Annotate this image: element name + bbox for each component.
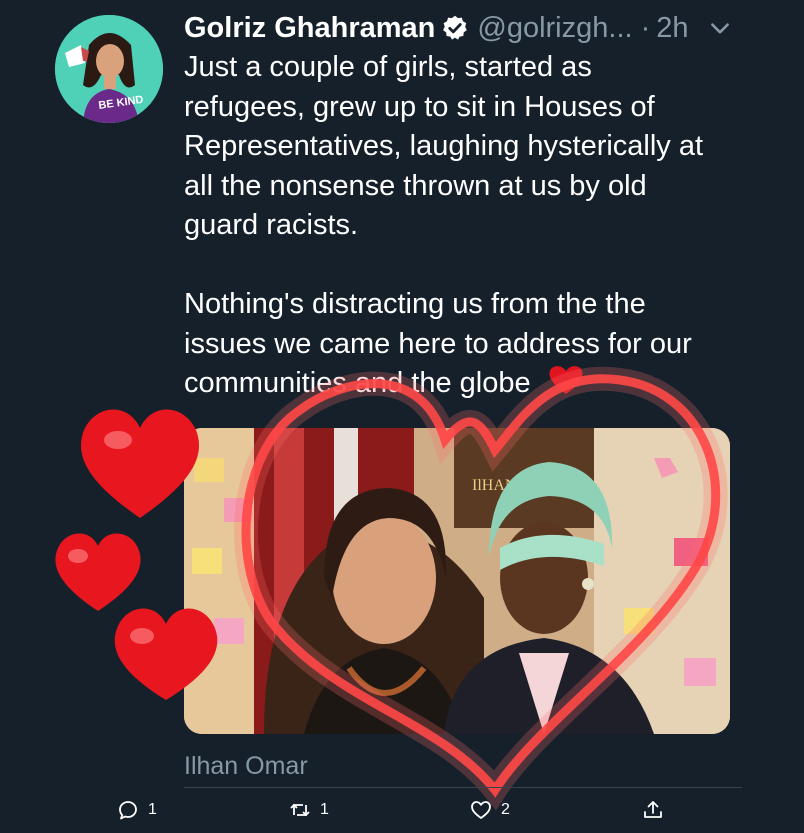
- tweet-text: Just a couple of girls, started as refug…: [184, 51, 704, 399]
- avatar-illustration: BE KIND: [55, 15, 163, 123]
- author-handle[interactable]: @golrizgh...: [477, 12, 632, 45]
- photo-two-women: IlHAN: [184, 428, 730, 734]
- time-separator: ·: [640, 11, 651, 44]
- tweet-header: Golriz Ghahraman @golrizgh... · 2h: [184, 8, 744, 48]
- like-count: 2: [501, 801, 510, 818]
- retweet-icon: [290, 803, 310, 817]
- heart-sticker-1: [80, 409, 200, 518]
- retweet-button[interactable]: 1: [288, 798, 329, 822]
- reply-button[interactable]: 1: [116, 798, 157, 822]
- reply-count: 1: [148, 801, 157, 818]
- retweet-count: 1: [320, 801, 329, 818]
- like-icon: [471, 801, 491, 819]
- heart-sticker-2: [55, 533, 141, 611]
- tweet-actions: 1 1 2: [0, 790, 804, 830]
- tweet-time[interactable]: 2h: [656, 12, 688, 45]
- tagged-person-name[interactable]: Ilhan Omar: [184, 752, 308, 781]
- heart-emoji-icon: [549, 366, 583, 394]
- share-button[interactable]: [641, 798, 665, 822]
- author-name[interactable]: Golriz Ghahraman: [184, 12, 435, 45]
- author-avatar[interactable]: BE KIND: [55, 15, 163, 123]
- like-button[interactable]: 2: [469, 798, 510, 822]
- chevron-down-icon[interactable]: [707, 16, 733, 42]
- action-bar-divider: [184, 787, 742, 788]
- tweet-photo[interactable]: IlHAN: [184, 428, 730, 734]
- reply-icon: [119, 801, 137, 820]
- share-icon: [644, 801, 662, 818]
- tagged-people[interactable]: Ilhan Omar: [184, 752, 308, 781]
- verified-badge-icon: [443, 15, 468, 40]
